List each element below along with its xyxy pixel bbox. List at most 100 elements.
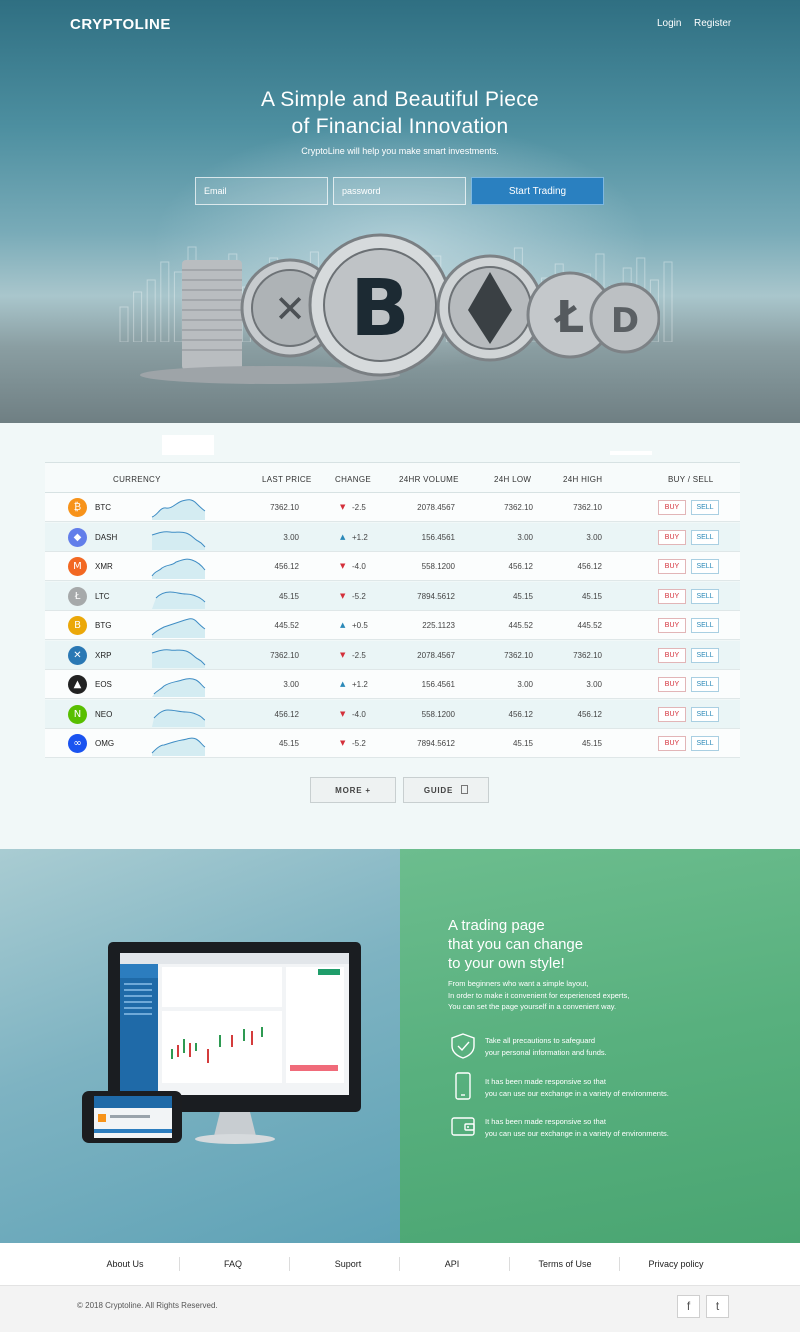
footer-link-support[interactable]: Suport: [293, 1259, 403, 1269]
sparkline-chart: [151, 530, 206, 550]
bitcoin-gold-icon: B: [68, 616, 87, 635]
high-cell: 3.00: [586, 532, 602, 542]
volume-cell: 2078.4567: [417, 503, 455, 512]
header-currency: CURRENCY: [113, 475, 161, 484]
sell-button[interactable]: SELL: [691, 706, 719, 722]
twitter-icon[interactable]: t: [706, 1295, 729, 1318]
buy-button[interactable]: BUY: [658, 647, 686, 663]
brand-logo[interactable]: CRYPTOLINE: [70, 16, 171, 33]
buy-button[interactable]: BUY: [658, 529, 686, 545]
high-cell: 3.00: [586, 680, 602, 689]
feature-environments: It has been made responsive so that you …: [485, 1116, 765, 1139]
low-cell: 456.12: [508, 562, 533, 571]
header-volume: 24HR VOLUME: [399, 475, 459, 484]
footer-link-terms[interactable]: Terms of Use: [510, 1259, 620, 1269]
buy-button[interactable]: BUY: [658, 559, 686, 574]
register-link[interactable]: Register: [694, 18, 731, 29]
table-row: Ł LTC 45.15 7894.5612 45.15 45.15 ▼ -5.2 BUY SELL: [45, 581, 740, 611]
footer-link-privacy[interactable]: Privacy policy: [621, 1259, 731, 1269]
volume-cell: 558.1200: [421, 709, 455, 719]
footer-link-faq[interactable]: FAQ: [178, 1259, 288, 1269]
sparkline-chart: [151, 618, 206, 638]
sell-button[interactable]: SELL: [691, 559, 719, 574]
sparkline-chart: [151, 737, 206, 756]
sell-button[interactable]: SELL: [691, 618, 719, 633]
last-price-cell: 3.00: [283, 680, 299, 689]
sparkline-chart: [151, 648, 206, 668]
omisego-icon: ∞: [68, 734, 87, 753]
promo-title-line1: A trading page: [448, 917, 545, 934]
hero-title: A Simple and Beautiful Piece of Financia…: [0, 86, 800, 140]
sell-button[interactable]: SELL: [691, 588, 719, 604]
email-field[interactable]: [195, 177, 328, 205]
sell-button[interactable]: SELL: [691, 500, 719, 515]
sell-button[interactable]: SELL: [691, 647, 719, 663]
last-price-cell: 456.12: [274, 709, 299, 719]
currency-symbol: XMR: [95, 562, 113, 571]
hero-title-line1: A Simple and Beautiful Piece: [260, 88, 540, 111]
table-row: N NEO 456.12 558.1200 456.12 456.12 ▼ -4.0 BUY SE…: [45, 699, 740, 729]
feature-responsive: It has been made responsive so that you …: [485, 1076, 765, 1099]
svg-text:✕: ✕: [274, 287, 306, 331]
sell-button[interactable]: SELL: [691, 736, 719, 751]
last-price-cell: 3.00: [283, 532, 299, 542]
table-row: ▲ EOS 3.00 156.4561 3.00 3.00 ▲ +1.2 BUY SELL: [45, 670, 740, 699]
low-cell: 445.52: [508, 621, 533, 630]
low-cell: 456.12: [508, 709, 533, 719]
buy-button[interactable]: BUY: [658, 588, 686, 604]
password-field[interactable]: [333, 177, 466, 205]
sell-button[interactable]: SELL: [691, 529, 719, 545]
buy-button[interactable]: BUY: [658, 618, 686, 633]
footer-link-about[interactable]: About Us: [70, 1259, 180, 1269]
buy-button[interactable]: BUY: [658, 736, 686, 751]
table-row: ✕ XRP 7362.10 2078.4567 7362.10 7362.10 ▼ -2.5 B…: [45, 640, 740, 670]
sell-button[interactable]: SELL: [691, 677, 719, 692]
hero-title-line2: of Financial Innovation: [291, 115, 509, 138]
svg-text:B: B: [350, 264, 409, 354]
arrow-up-icon: ▲: [340, 532, 346, 541]
promo-description: From beginners who want a simple layout,…: [448, 978, 768, 1013]
start-trading-button[interactable]: Start Trading: [471, 177, 604, 205]
table-header: CURRENCY LAST PRICE CHANGE 24HR VOLUME 2…: [45, 462, 740, 493]
feature-environments-line1: It has been made responsive so that: [485, 1117, 606, 1126]
device-mockup-illustration: [82, 942, 361, 1144]
footer-link-api[interactable]: API: [397, 1259, 507, 1269]
svg-text:D: D: [611, 301, 639, 341]
login-link[interactable]: Login: [657, 18, 681, 29]
ripple-icon: ✕: [68, 645, 87, 665]
arrow-down-icon: ▼: [340, 709, 346, 718]
change-cell: -4.0: [352, 709, 366, 719]
footer-nav: About Us FAQ Suport API Terms of Use Pri…: [0, 1243, 800, 1286]
more-button[interactable]: MORE +: [310, 777, 396, 803]
feature-security-line1: Take all precautions to safeguard: [485, 1036, 596, 1045]
more-label: MORE +: [335, 785, 371, 795]
buy-button[interactable]: BUY: [658, 500, 686, 515]
change-cell: +0.5: [352, 621, 368, 630]
guide-button[interactable]: GUIDE: [403, 777, 489, 803]
currency-symbol: NEO: [95, 709, 113, 719]
sparkline-chart: [151, 499, 206, 520]
buy-button[interactable]: BUY: [658, 677, 686, 692]
facebook-icon[interactable]: f: [677, 1295, 700, 1318]
table-row: B BTG 445.52 225.1123 445.52 445.52 ▲ +0.5 BUY SE…: [45, 611, 740, 640]
sparkline-chart: [152, 708, 206, 727]
promo-desc-line3: You can set the page yourself in a conve…: [448, 1002, 617, 1011]
currency-symbol: BTG: [95, 621, 112, 630]
promo-title-line3: to your own style!: [448, 955, 565, 972]
last-price-cell: 45.15: [278, 591, 299, 601]
feature-security-line2: your personal information and funds.: [485, 1047, 607, 1057]
volume-cell: 156.4561: [421, 532, 455, 542]
header-change: CHANGE: [335, 475, 372, 484]
buy-button[interactable]: BUY: [658, 706, 686, 722]
volume-cell: 2078.4567: [417, 650, 455, 660]
feature-security: Take all precautions to safeguard your p…: [485, 1035, 765, 1058]
feature-responsive-line1: It has been made responsive so that: [485, 1077, 606, 1086]
last-price-cell: 7362.10: [270, 503, 299, 512]
feature-responsive-line2: you can use our exchange in a variety of…: [485, 1088, 669, 1098]
crypto-coins-illustration: ✕ B Ł D: [140, 233, 660, 384]
low-cell: 45.15: [512, 739, 533, 748]
header-low: 24H LOW: [494, 475, 532, 484]
change-cell: -2.5: [352, 503, 366, 512]
change-cell: -4.0: [352, 562, 366, 571]
promo-desc-line1: From beginners who want a simple layout,: [448, 979, 589, 988]
